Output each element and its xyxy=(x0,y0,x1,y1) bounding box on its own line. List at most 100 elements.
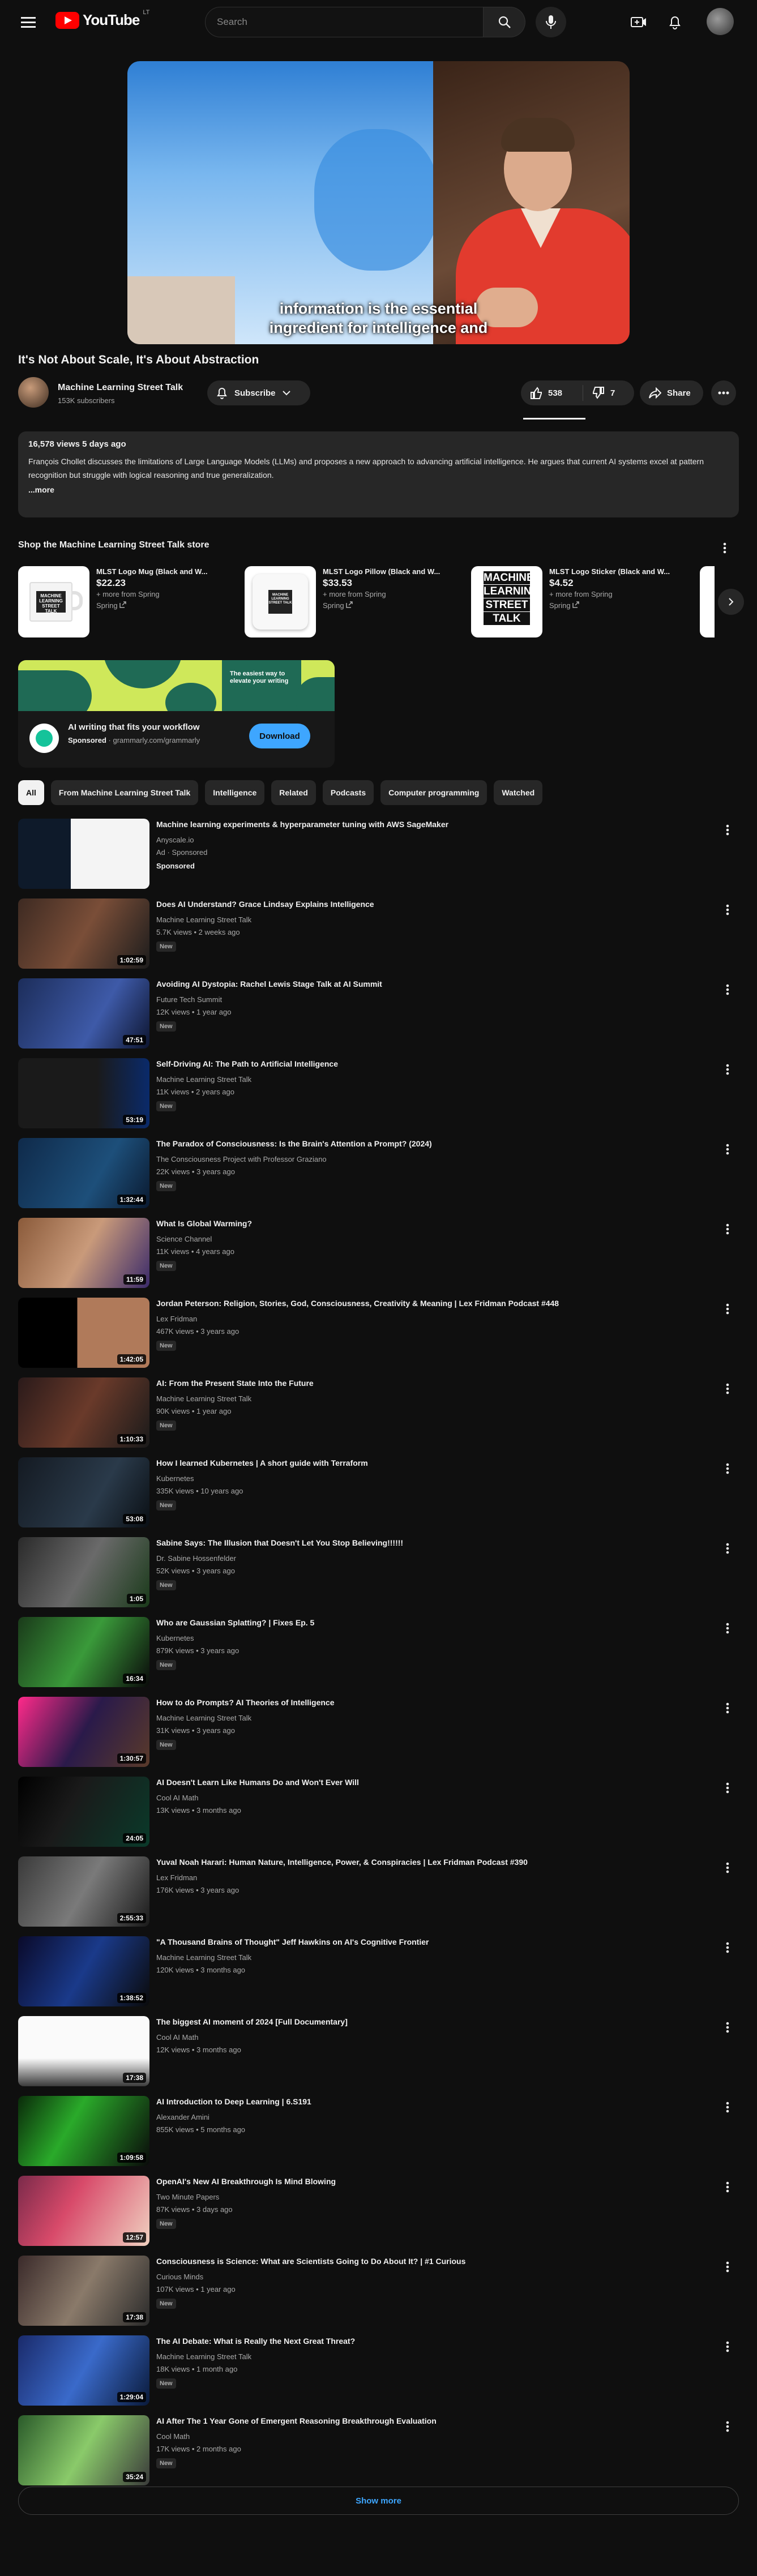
video-thumbnail[interactable] xyxy=(18,819,149,889)
related-video-item[interactable]: 17:38 The biggest AI moment of 2024 [Full… xyxy=(18,2016,739,2086)
related-video-channel[interactable]: Science Channel xyxy=(156,1235,212,1243)
like-button[interactable]: 538 xyxy=(521,385,583,401)
shop-item[interactable]: MACHINE LEARNING STREET TALK MLST Logo M… xyxy=(18,566,236,640)
filter-chip[interactable]: All xyxy=(18,780,44,805)
video-menu-button[interactable] xyxy=(716,1856,739,1879)
related-video-item[interactable]: 1:32:44 The Paradox of Consciousness: Is … xyxy=(18,1138,739,1208)
filter-chip[interactable]: Related xyxy=(271,780,316,805)
video-thumbnail[interactable]: 1:09:58 xyxy=(18,2096,149,2166)
notifications-button[interactable] xyxy=(659,6,691,38)
video-thumbnail[interactable]: 47:51 xyxy=(18,978,149,1049)
filter-chip[interactable]: Watched xyxy=(494,780,543,805)
video-thumbnail[interactable]: 16:34 xyxy=(18,1617,149,1687)
related-video-channel[interactable]: Dr. Sabine Hossenfelder xyxy=(156,1554,236,1563)
video-menu-button[interactable] xyxy=(716,1617,739,1640)
related-video-title[interactable]: Avoiding AI Dystopia: Rachel Lewis Stage… xyxy=(156,978,705,990)
video-menu-button[interactable] xyxy=(716,1218,739,1240)
video-menu-button[interactable] xyxy=(716,2096,739,2119)
video-menu-button[interactable] xyxy=(716,2335,739,2358)
video-thumbnail[interactable]: 1:05 xyxy=(18,1537,149,1607)
related-video-title[interactable]: The AI Debate: What is Really the Next G… xyxy=(156,2335,705,2347)
video-thumbnail[interactable]: 1:38:52 xyxy=(18,1936,149,2006)
related-video-title[interactable]: AI: From the Present State Into the Futu… xyxy=(156,1377,705,1389)
subscribe-button[interactable]: Subscribe xyxy=(207,380,310,405)
sponsored-ad[interactable]: The easiest way to elevate your writing … xyxy=(18,660,335,768)
shop-menu-button[interactable] xyxy=(713,537,736,559)
video-thumbnail[interactable]: 35:24 xyxy=(18,2415,149,2485)
video-menu-button[interactable] xyxy=(716,819,739,841)
video-thumbnail[interactable]: 1:10:33 xyxy=(18,1377,149,1448)
video-thumbnail[interactable]: 53:19 xyxy=(18,1058,149,1128)
related-video-item[interactable]: 35:24 AI After The 1 Year Gone of Emergen… xyxy=(18,2415,739,2485)
related-video-title[interactable]: How to do Prompts? AI Theories of Intell… xyxy=(156,1697,705,1708)
video-thumbnail[interactable]: 17:38 xyxy=(18,2016,149,2086)
channel-name[interactable]: Machine Learning Street Talk xyxy=(58,383,183,393)
related-video-title[interactable]: Does AI Understand? Grace Lindsay Explai… xyxy=(156,898,705,910)
related-video-channel[interactable]: Machine Learning Street Talk xyxy=(156,2352,251,2361)
related-video-channel[interactable]: Cool AI Math xyxy=(156,1794,198,1802)
video-menu-button[interactable] xyxy=(716,898,739,921)
more-actions-button[interactable] xyxy=(711,380,736,405)
related-video-item[interactable]: 1:38:52 "A Thousand Brains of Thought" Je… xyxy=(18,1936,739,2006)
related-video-item[interactable]: 47:51 Avoiding AI Dystopia: Rachel Lewis … xyxy=(18,978,739,1049)
show-more-button[interactable]: Show more xyxy=(18,2487,739,2515)
related-video-title[interactable]: Self-Driving AI: The Path to Artificial … xyxy=(156,1058,705,1069)
related-video-channel[interactable]: Machine Learning Street Talk xyxy=(156,1953,251,1962)
video-thumbnail[interactable]: 1:30:57 xyxy=(18,1697,149,1767)
related-video-channel[interactable]: Machine Learning Street Talk xyxy=(156,1394,251,1403)
shop-item[interactable]: MACHINE LEARNING STREET TALK MLST Logo P… xyxy=(245,566,463,640)
related-video-channel[interactable]: Future Tech Summit xyxy=(156,995,222,1004)
video-menu-button[interactable] xyxy=(716,1377,739,1400)
related-video-item[interactable]: 1:29:04 The AI Debate: What is Really the… xyxy=(18,2335,739,2406)
description-box[interactable]: 16,578 views 5 days ago François Chollet… xyxy=(18,431,739,517)
related-video-item[interactable]: 1:10:33 AI: From the Present State Into t… xyxy=(18,1377,739,1448)
shop-item-store[interactable]: Spring xyxy=(323,600,440,611)
video-menu-button[interactable] xyxy=(716,1298,739,1320)
shop-item[interactable]: MACHINE LEARNING STREET TALK MLST Logo S… xyxy=(471,566,689,640)
share-button[interactable]: Share xyxy=(640,380,703,405)
description-more[interactable]: ...more xyxy=(28,485,729,494)
related-video-title[interactable]: What Is Global Warming? xyxy=(156,1218,705,1229)
related-video-channel[interactable]: The Consciousness Project with Professor… xyxy=(156,1155,327,1163)
youtube-logo[interactable]: YouTube LT xyxy=(55,9,149,29)
related-video-channel[interactable]: Alexander Amini xyxy=(156,2113,209,2121)
related-video-item[interactable]: Machine learning experiments & hyperpara… xyxy=(18,819,739,889)
related-video-channel[interactable]: Machine Learning Street Talk xyxy=(156,1075,251,1084)
search-button[interactable] xyxy=(484,7,525,37)
related-video-item[interactable]: 17:38 Consciousness is Science: What are … xyxy=(18,2256,739,2326)
related-video-title[interactable]: The biggest AI moment of 2024 [Full Docu… xyxy=(156,2016,705,2027)
search-input[interactable]: Search xyxy=(205,7,484,37)
related-video-item[interactable]: 24:05 AI Doesn't Learn Like Humans Do and… xyxy=(18,1777,739,1847)
related-video-channel[interactable]: Cool AI Math xyxy=(156,2033,198,2042)
related-video-item[interactable]: 11:59 What Is Global Warming? Science Chan… xyxy=(18,1218,739,1288)
related-video-item[interactable]: 1:42:05 Jordan Peterson: Religion, Storie… xyxy=(18,1298,739,1368)
voice-search-button[interactable] xyxy=(536,7,566,37)
related-video-item[interactable]: 1:30:57 How to do Prompts? AI Theories of… xyxy=(18,1697,739,1767)
filter-chip[interactable]: Intelligence xyxy=(205,780,265,805)
related-video-channel[interactable]: Two Minute Papers xyxy=(156,2193,219,2201)
shop-item-store[interactable]: Spring xyxy=(549,600,670,611)
related-video-title[interactable]: AI After The 1 Year Gone of Emergent Rea… xyxy=(156,2415,705,2427)
video-thumbnail[interactable]: 11:59 xyxy=(18,1218,149,1288)
guide-menu-button[interactable] xyxy=(12,6,44,38)
video-menu-button[interactable] xyxy=(716,1936,739,1959)
shop-item-partial[interactable] xyxy=(700,566,715,637)
related-video-channel[interactable]: Kubernetes xyxy=(156,1474,194,1483)
video-player[interactable]: information is the essential ingredient … xyxy=(127,61,630,344)
related-video-title[interactable]: Machine learning experiments & hyperpara… xyxy=(156,819,705,830)
video-thumbnail[interactable]: 53:08 xyxy=(18,1457,149,1527)
video-thumbnail[interactable]: 1:32:44 xyxy=(18,1138,149,1208)
video-thumbnail[interactable]: 1:02:59 xyxy=(18,898,149,969)
filter-chip[interactable]: From Machine Learning Street Talk xyxy=(50,780,199,805)
related-video-item[interactable]: 16:34 Who are Gaussian Splatting? | Fixes… xyxy=(18,1617,739,1687)
video-thumbnail[interactable]: 12:57 xyxy=(18,2176,149,2246)
related-video-title[interactable]: Consciousness is Science: What are Scien… xyxy=(156,2256,705,2267)
video-thumbnail[interactable]: 1:29:04 xyxy=(18,2335,149,2406)
related-video-title[interactable]: AI Introduction to Deep Learning | 6.S19… xyxy=(156,2096,705,2107)
related-video-title[interactable]: Who are Gaussian Splatting? | Fixes Ep. … xyxy=(156,1617,705,1628)
account-avatar[interactable] xyxy=(707,8,734,35)
video-menu-button[interactable] xyxy=(716,2256,739,2278)
related-video-title[interactable]: Jordan Peterson: Religion, Stories, God,… xyxy=(156,1298,705,1309)
related-video-title[interactable]: The Paradox of Consciousness: Is the Bra… xyxy=(156,1138,705,1149)
related-video-channel[interactable]: Cool Math xyxy=(156,2432,190,2441)
